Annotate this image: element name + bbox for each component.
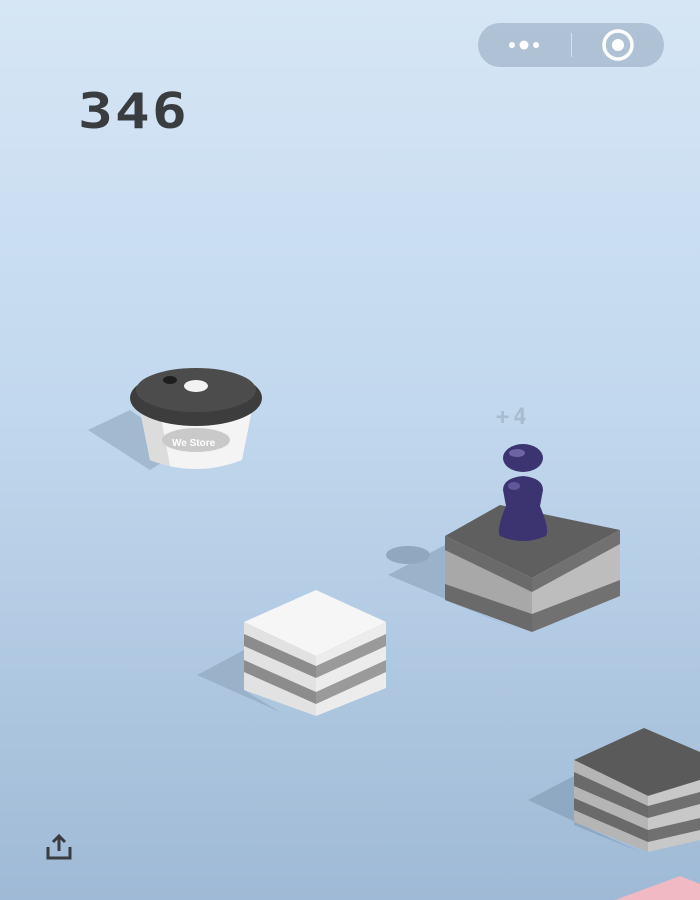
dark-block [574, 728, 700, 852]
target-circle-icon [602, 29, 634, 61]
bonus-points-popup: +4 [496, 405, 531, 430]
share-button[interactable] [44, 832, 74, 862]
pink-block [615, 876, 700, 900]
cup-brand-text: We Store [172, 438, 216, 449]
game-stage[interactable]: We Store 346 +4 [0, 0, 700, 900]
score-display: 346 [78, 82, 189, 140]
cup-platform: We Store [130, 368, 262, 469]
more-menu-button[interactable] [478, 23, 571, 67]
white-block [244, 590, 386, 716]
mini-program-capsule [478, 23, 664, 67]
exit-button[interactable] [572, 23, 664, 67]
more-dots-icon [509, 40, 539, 50]
share-icon [46, 833, 72, 860]
piece-shadow [386, 546, 430, 564]
player-piece [498, 444, 548, 541]
